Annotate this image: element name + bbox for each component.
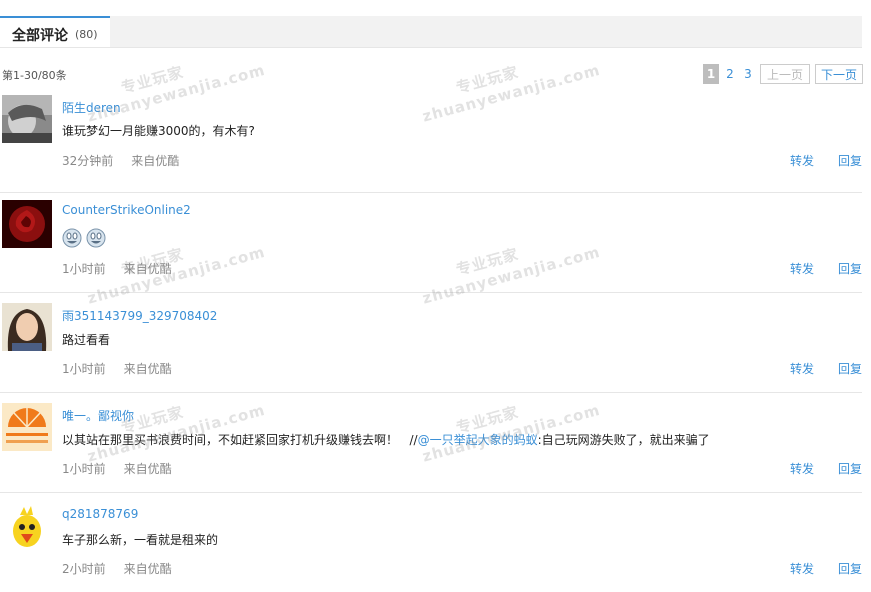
comment-text: 路过看看 xyxy=(62,333,111,347)
comment-source: 来自优酷 xyxy=(131,154,180,168)
tab-title: 全部评论 xyxy=(12,28,68,44)
comment-username[interactable]: 唯一。鄙视你 xyxy=(62,407,134,424)
comment-username[interactable]: 雨351143799_329708402 xyxy=(62,307,217,324)
comment-emoticons xyxy=(62,228,110,251)
comment-item: q281878769 车子那么新，一看就是租来的 2小时前 来自优酷 转发 回复 xyxy=(0,493,862,592)
comment-time: 2小时前 xyxy=(62,562,106,576)
quote-prefix: // xyxy=(409,433,418,447)
comment-username[interactable]: CounterStrikeOnline2 xyxy=(62,203,191,217)
comment-username[interactable]: 陌生deren xyxy=(62,99,121,116)
page-current: 1 xyxy=(703,64,719,84)
pagination: 1 2 3 上一页 下一页 xyxy=(703,64,863,84)
comment-meta: 1小时前 来自优酷 xyxy=(62,360,172,377)
reply-link[interactable]: 回复 xyxy=(838,262,862,276)
comment-meta: 1小时前 来自优酷 xyxy=(62,260,172,277)
forward-link[interactable]: 转发 xyxy=(790,562,814,576)
comment-range: 第1-30/80条 xyxy=(2,69,67,82)
mention-link[interactable]: @一只举起大象的蚂蚁 xyxy=(418,433,538,447)
comment-time: 32分钟前 xyxy=(62,154,114,168)
reply-link[interactable]: 回复 xyxy=(838,154,862,168)
comment-item: CounterStrikeOnline2 1小时前 来自优酷 转发 回复 xyxy=(0,193,862,293)
laughing-emoticon-icon xyxy=(86,228,106,251)
comment-actions: 转发 回复 xyxy=(766,460,862,477)
comment-item: 唯一。鄙视你 以其站在那里买书浪费时间，不如赶紧回家打机升级赚钱去啊！ //@一… xyxy=(0,393,862,493)
avatar[interactable] xyxy=(2,403,52,451)
comment-text: 谁玩梦幻一月能赚3000的，有木有? xyxy=(62,124,255,138)
comment-text-line: 以其站在那里买书浪费时间，不如赶紧回家打机升级赚钱去啊！ //@一只举起大象的蚂… xyxy=(62,431,710,448)
forward-link[interactable]: 转发 xyxy=(790,362,814,376)
avatar[interactable] xyxy=(2,303,52,351)
comment-meta: 1小时前 来自优酷 xyxy=(62,460,172,477)
reply-link[interactable]: 回复 xyxy=(838,462,862,476)
comment-source: 来自优酷 xyxy=(123,562,172,576)
page-3-link[interactable]: 3 xyxy=(741,64,755,84)
prev-page-button[interactable]: 上一页 xyxy=(760,64,810,84)
comment-time: 1小时前 xyxy=(62,262,106,276)
next-page-button[interactable]: 下一页 xyxy=(815,64,863,84)
comment-text: 以其站在那里买书浪费时间，不如赶紧回家打机升级赚钱去啊！ xyxy=(62,433,399,447)
forward-link[interactable]: 转发 xyxy=(790,462,814,476)
comment-actions: 转发 回复 xyxy=(766,152,862,169)
comment-source: 来自优酷 xyxy=(123,262,172,276)
avatar[interactable] xyxy=(2,200,52,248)
comment-actions: 转发 回复 xyxy=(766,560,862,577)
tab-all-comments[interactable]: 全部评论 (80) xyxy=(0,16,110,47)
comment-meta: 32分钟前 来自优酷 xyxy=(62,152,179,169)
reply-link[interactable]: 回复 xyxy=(838,562,862,576)
avatar[interactable] xyxy=(2,503,52,551)
comment-source: 来自优酷 xyxy=(123,462,172,476)
comment-username[interactable]: q281878769 xyxy=(62,507,138,521)
forward-link[interactable]: 转发 xyxy=(790,154,814,168)
comment-tab-bar: 全部评论 (80) xyxy=(0,16,862,48)
comment-actions: 转发 回复 xyxy=(766,360,862,377)
comment-actions: 转发 回复 xyxy=(766,260,862,277)
avatar[interactable] xyxy=(2,95,52,143)
forward-link[interactable]: 转发 xyxy=(790,262,814,276)
laughing-emoticon-icon xyxy=(62,228,82,251)
reply-link[interactable]: 回复 xyxy=(838,362,862,376)
comment-meta: 2小时前 来自优酷 xyxy=(62,560,172,577)
comment-item: 陌生deren 谁玩梦幻一月能赚3000的，有木有? 32分钟前 来自优酷 转发 回… xyxy=(0,93,862,193)
quoted-text: :自己玩网游失败了，就出来骗了 xyxy=(537,433,710,447)
comment-time: 1小时前 xyxy=(62,462,106,476)
comment-source: 来自优酷 xyxy=(123,362,172,376)
comment-text: 车子那么新，一看就是租来的 xyxy=(62,533,219,547)
comment-item: 雨351143799_329708402 路过看看 1小时前 来自优酷 转发 回复 xyxy=(0,293,862,393)
tab-count: (80) xyxy=(75,28,98,41)
page-2-link[interactable]: 2 xyxy=(723,64,737,84)
comment-time: 1小时前 xyxy=(62,362,106,376)
